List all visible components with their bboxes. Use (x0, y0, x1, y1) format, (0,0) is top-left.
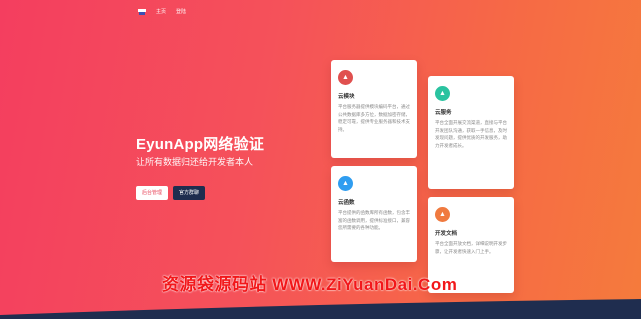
card-title: 云服务 (435, 110, 452, 116)
nav-link-login[interactable]: 登陆 (176, 8, 186, 15)
thumb-icon: ▲ (338, 70, 353, 85)
feature-card-service: ▲ 云服务 平台全面开展交流渠道，直接与平台开发团队沟通，获取一手信息，及时发现… (428, 76, 514, 189)
nav-link-home[interactable]: 主页 (156, 8, 166, 15)
card-desc: 平台服务器提供模块编码平台，通过公共数据库多方位，数据加密存储，稳定可靠，提供专… (338, 104, 410, 132)
hero-title: EyunApp网络验证 (136, 136, 265, 153)
thumb-icon: ▲ (435, 207, 450, 222)
card-desc: 平台提供的函数库所有函数，包含丰富的函数调用，提供标准接口，兼容您所需要的各种功… (338, 210, 410, 230)
thumb-icon: ▲ (338, 176, 353, 191)
feature-card-module: ▲ 云模块 平台服务器提供模块编码平台，通过公共数据库多方位，数据加密存储，稳定… (331, 60, 417, 158)
watermark-text: 资源袋源码站 WWW.ZiYuanDai.Com (162, 275, 458, 294)
logo-icon[interactable] (138, 8, 146, 15)
bottom-wave (0, 299, 641, 319)
top-nav: 主页 登陆 (138, 8, 186, 15)
group-chat-button[interactable]: 官方群聊 (173, 186, 206, 200)
admin-button[interactable]: 后台管理 (136, 186, 169, 200)
card-title: 云函数 (338, 200, 355, 206)
card-title: 云模块 (338, 94, 355, 100)
card-desc: 平台全面开放文档，详细说明开发步骤，让开发者快速入门上手。 (435, 241, 507, 254)
hero-subtitle: 让所有数据归还给开发者本人 (136, 157, 254, 167)
thumb-icon: ▲ (435, 86, 450, 101)
card-desc: 平台全面开展交流渠道，直接与平台开发团队沟通，获取一手信息，及时发现问题，提供优… (435, 120, 507, 148)
card-title: 开发文档 (435, 231, 458, 237)
feature-card-function: ▲ 云函数 平台提供的函数库所有函数，包含丰富的函数调用，提供标准接口，兼容您所… (331, 166, 417, 262)
